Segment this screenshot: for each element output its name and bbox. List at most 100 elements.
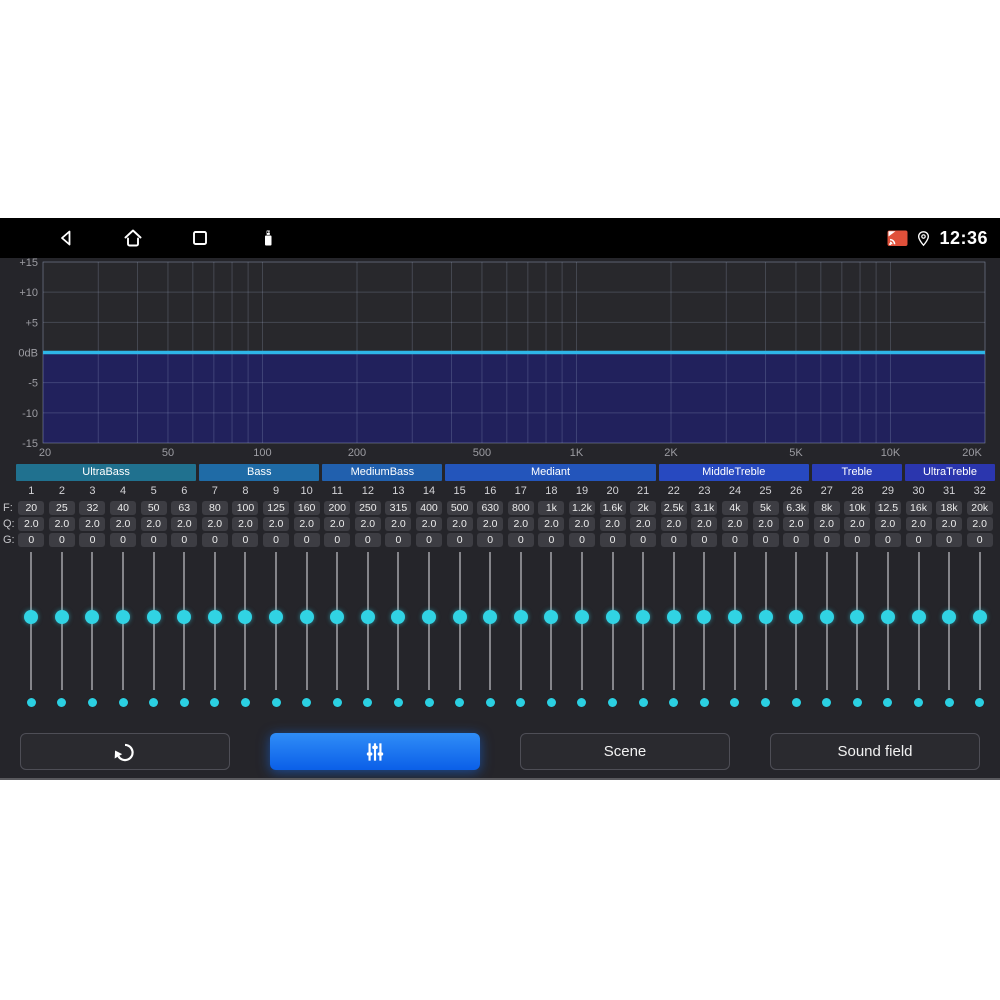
gain-slider[interactable] [628, 552, 659, 712]
q-value-chip[interactable]: 2.0 [385, 517, 412, 531]
frequency-value-chip[interactable]: 25 [48, 501, 75, 515]
q-value-chip[interactable]: 2.0 [293, 517, 320, 531]
q-value-chip[interactable]: 2.0 [507, 517, 534, 531]
frequency-value-chip[interactable]: 800 [507, 501, 534, 515]
gain-slider[interactable] [353, 552, 384, 712]
gain-slider[interactable] [781, 552, 812, 712]
gain-value-chip[interactable]: 0 [263, 533, 290, 547]
band-header-ultrabass[interactable]: UltraBass [16, 464, 197, 481]
frequency-value-chip[interactable]: 200 [324, 501, 351, 515]
gain-value-chip[interactable]: 0 [79, 533, 106, 547]
q-value-chip[interactable]: 2.0 [18, 517, 45, 531]
gain-value-chip[interactable]: 0 [844, 533, 871, 547]
gain-value-chip[interactable]: 0 [477, 533, 504, 547]
gain-value-chip[interactable]: 0 [110, 533, 137, 547]
q-value-chip[interactable]: 2.0 [966, 517, 993, 531]
gain-slider[interactable] [658, 552, 689, 712]
gain-slider[interactable] [750, 552, 781, 712]
gain-slider[interactable] [475, 552, 506, 712]
q-value-chip[interactable]: 2.0 [630, 517, 657, 531]
frequency-value-chip[interactable]: 8k [813, 501, 840, 515]
slider-knob[interactable] [422, 610, 437, 624]
frequency-value-chip[interactable]: 12.5 [874, 501, 901, 515]
gain-slider[interactable] [16, 552, 47, 712]
back-icon[interactable] [54, 226, 78, 250]
q-value-chip[interactable]: 2.0 [936, 517, 963, 531]
frequency-value-chip[interactable]: 20 [18, 501, 45, 515]
gain-slider[interactable] [169, 552, 200, 712]
slider-knob[interactable] [789, 610, 804, 624]
gain-value-chip[interactable]: 0 [171, 533, 198, 547]
gain-slider[interactable] [964, 552, 995, 712]
gain-value-chip[interactable]: 0 [660, 533, 687, 547]
q-value-chip[interactable]: 2.0 [324, 517, 351, 531]
q-value-chip[interactable]: 2.0 [171, 517, 198, 531]
band-header-treble[interactable]: Treble [811, 464, 902, 481]
slider-knob[interactable] [391, 610, 406, 624]
slider-knob[interactable] [146, 610, 161, 624]
slider-knob[interactable] [666, 610, 681, 624]
frequency-value-chip[interactable]: 6.3k [783, 501, 810, 515]
frequency-value-chip[interactable]: 50 [140, 501, 167, 515]
band-header-middletreble[interactable]: MiddleTreble [658, 464, 809, 481]
frequency-value-chip[interactable]: 32 [79, 501, 106, 515]
equalizer-button[interactable] [270, 733, 480, 770]
band-header-bass[interactable]: Bass [199, 464, 320, 481]
gain-value-chip[interactable]: 0 [874, 533, 901, 547]
gain-slider[interactable] [689, 552, 720, 712]
gain-slider[interactable] [934, 552, 965, 712]
gain-slider[interactable] [842, 552, 873, 712]
slider-knob[interactable] [574, 610, 589, 624]
frequency-value-chip[interactable]: 1k [538, 501, 565, 515]
gain-value-chip[interactable]: 0 [721, 533, 748, 547]
gain-value-chip[interactable]: 0 [966, 533, 993, 547]
gain-slider[interactable] [903, 552, 934, 712]
frequency-value-chip[interactable]: 3.1k [691, 501, 718, 515]
home-icon[interactable] [121, 226, 145, 250]
slider-knob[interactable] [972, 610, 987, 624]
gain-value-chip[interactable]: 0 [293, 533, 320, 547]
q-value-chip[interactable]: 2.0 [477, 517, 504, 531]
frequency-value-chip[interactable]: 315 [385, 501, 412, 515]
frequency-value-chip[interactable]: 100 [232, 501, 259, 515]
gain-slider[interactable] [77, 552, 108, 712]
gain-value-chip[interactable]: 0 [905, 533, 932, 547]
slider-knob[interactable] [544, 610, 559, 624]
gain-slider[interactable] [200, 552, 231, 712]
slider-knob[interactable] [238, 610, 253, 624]
band-header-ultratreble[interactable]: UltraTreble [904, 464, 995, 481]
slider-knob[interactable] [116, 610, 131, 624]
q-value-chip[interactable]: 2.0 [416, 517, 443, 531]
frequency-value-chip[interactable]: 18k [936, 501, 963, 515]
frequency-value-chip[interactable]: 400 [416, 501, 443, 515]
frequency-value-chip[interactable]: 4k [721, 501, 748, 515]
slider-knob[interactable] [605, 610, 620, 624]
gain-value-chip[interactable]: 0 [813, 533, 840, 547]
slider-knob[interactable] [942, 610, 957, 624]
gain-value-chip[interactable]: 0 [599, 533, 626, 547]
frequency-value-chip[interactable]: 5k [752, 501, 779, 515]
q-value-chip[interactable]: 2.0 [752, 517, 779, 531]
frequency-value-chip[interactable]: 2.5k [660, 501, 687, 515]
gain-value-chip[interactable]: 0 [752, 533, 779, 547]
gain-value-chip[interactable]: 0 [385, 533, 412, 547]
gain-value-chip[interactable]: 0 [538, 533, 565, 547]
q-value-chip[interactable]: 2.0 [599, 517, 626, 531]
gain-slider[interactable] [444, 552, 475, 712]
gain-value-chip[interactable]: 0 [354, 533, 381, 547]
frequency-value-chip[interactable]: 80 [201, 501, 228, 515]
gain-value-chip[interactable]: 0 [18, 533, 45, 547]
gain-slider[interactable] [567, 552, 598, 712]
gain-value-chip[interactable]: 0 [416, 533, 443, 547]
q-value-chip[interactable]: 2.0 [874, 517, 901, 531]
sound-field-button[interactable]: Sound field [770, 733, 980, 770]
gain-value-chip[interactable]: 0 [936, 533, 963, 547]
q-value-chip[interactable]: 2.0 [905, 517, 932, 531]
q-value-chip[interactable]: 2.0 [691, 517, 718, 531]
slider-knob[interactable] [85, 610, 100, 624]
q-value-chip[interactable]: 2.0 [721, 517, 748, 531]
gain-value-chip[interactable]: 0 [140, 533, 167, 547]
usb-drive-icon[interactable] [256, 226, 280, 250]
frequency-value-chip[interactable]: 20k [966, 501, 993, 515]
gain-value-chip[interactable]: 0 [783, 533, 810, 547]
